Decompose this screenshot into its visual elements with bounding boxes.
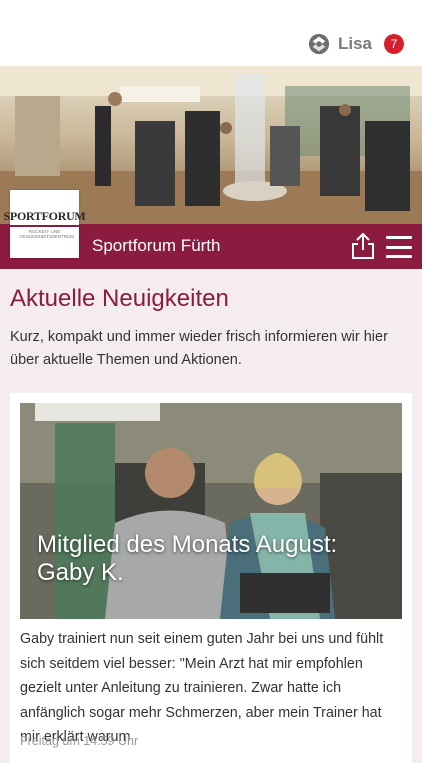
share-icon[interactable] [348,231,378,261]
orbit-logo-icon [308,33,330,55]
news-excerpt: Gaby trainiert nun seit einem guten Jahr… [20,631,384,745]
page-title: Aktuelle Neuigkeiten [10,285,229,312]
user-name: Lisa [337,34,372,53]
logo-title: SPORTFORUM [3,209,86,227]
brand-title: Sportforum Fürth [92,236,221,255]
logo-subtitle: RÜCKEN- UND GESUNDHEITSZENTRUM [19,229,75,239]
notification-badge[interactable]: 7 [384,34,404,54]
intro-text: Kurz, kompakt und immer wieder frisch in… [10,329,388,368]
user-menu[interactable]: Lisa 7 [308,33,404,55]
news-card[interactable]: Mitglied des Monats August: Gaby K. Gaby… [10,393,412,763]
hamburger-menu-icon[interactable] [386,236,412,258]
sportforum-logo: SPORTFORUM RÜCKEN- UND GESUNDHEITSZENTRU… [3,190,86,258]
news-date: Freitag um 14:59 Uhr [20,734,139,748]
news-title[interactable]: Mitglied des Monats August: Gaby K. [37,531,387,587]
top-bar: Lisa 7 [0,0,422,66]
